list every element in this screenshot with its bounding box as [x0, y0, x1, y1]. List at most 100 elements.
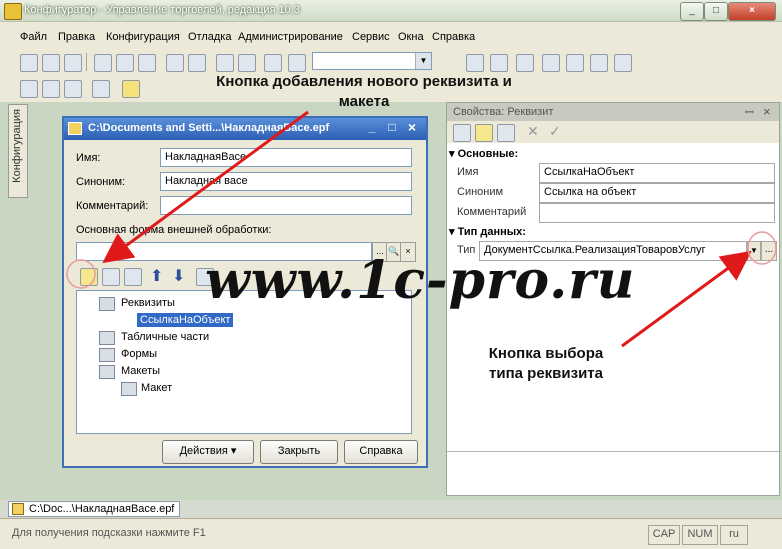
app-icon	[4, 3, 22, 20]
status-hint: Для получения подсказки нажмите F1	[12, 527, 206, 539]
close-button[interactable]: ×	[728, 2, 776, 21]
new-icon[interactable]	[20, 54, 38, 72]
add-requisite-icon[interactable]	[80, 268, 98, 286]
window-tab-label: C:\Doc...\НакладнаяВасе.epf	[29, 503, 175, 515]
compare-icon[interactable]	[20, 80, 38, 98]
run-icon[interactable]	[122, 80, 140, 98]
minimize-button[interactable]: _	[680, 2, 704, 21]
prop-name-value[interactable]: СсылкаНаОбъект	[539, 163, 775, 183]
window-tab-processing[interactable]: C:\Doc...\НакладнаяВасе.epf	[8, 501, 180, 517]
move-down-icon[interactable]: ⬇	[172, 266, 185, 286]
configuration-side-tab[interactable]: Конфигурация	[8, 104, 28, 198]
help-button[interactable]: Справка	[344, 440, 418, 464]
chevron-down-icon[interactable]: ▼	[415, 53, 431, 69]
status-bar: Для получения подсказки нажмите F1 CAP N…	[0, 518, 782, 549]
search-next-icon[interactable]	[490, 54, 508, 72]
edit-requisite-icon[interactable]	[102, 268, 120, 286]
prop-synonym-value[interactable]: Ссылка на объект	[539, 183, 775, 203]
section-main-label: Основные:	[457, 148, 519, 160]
redo-icon[interactable]	[238, 54, 256, 72]
delete-requisite-icon[interactable]	[124, 268, 142, 286]
num-indicator: NUM	[682, 525, 718, 545]
prop-comment-value[interactable]	[539, 203, 775, 223]
find-icon[interactable]	[264, 54, 282, 72]
main-form-label: Основная форма внешней обработки:	[76, 224, 272, 236]
preview-icon[interactable]	[188, 54, 206, 72]
side-tab-label: Конфигурация	[11, 109, 23, 183]
chevron-down-icon[interactable]: ▼	[747, 241, 761, 261]
properties-close-icon[interactable]: ×	[763, 104, 771, 119]
processing-window-title: C:\Documents and Setti...\НакладнаяВасе.…	[88, 122, 330, 134]
menu-administration[interactable]: Администрирование	[238, 31, 343, 43]
tree-item-requisites[interactable]: Реквизиты	[121, 297, 175, 309]
toolbar-separator	[86, 53, 87, 71]
prop-row-name: Имя СсылкаНаОбъект	[455, 163, 779, 183]
menu-windows[interactable]: Окна	[398, 31, 424, 43]
properties-divider	[447, 451, 779, 452]
wizard-icon[interactable]	[542, 54, 560, 72]
cut-icon[interactable]	[94, 54, 112, 72]
cancel-icon[interactable]: ✕	[527, 123, 539, 140]
prop-row-synonym: Синоним Ссылка на объект	[455, 183, 779, 203]
prop-name-label: Имя	[457, 166, 479, 178]
proc-close-button[interactable]: ×	[404, 119, 420, 135]
proc-maximize-button[interactable]: □	[384, 120, 400, 136]
comment-field[interactable]	[160, 196, 412, 215]
template-icon	[121, 382, 137, 396]
categories-icon[interactable]	[475, 124, 493, 142]
search-combo[interactable]: ▼	[312, 52, 432, 70]
sort-alpha-icon[interactable]	[453, 124, 471, 142]
apply-icon[interactable]: ✓	[549, 123, 561, 140]
language-indicator[interactable]: ru	[720, 525, 748, 545]
table-icon[interactable]	[92, 80, 110, 98]
update-icon[interactable]	[42, 80, 60, 98]
print-icon[interactable]	[166, 54, 184, 72]
annotation-type-button: Кнопка выбора типа реквизита	[488, 345, 604, 382]
module-icon[interactable]	[614, 54, 632, 72]
save-icon[interactable]	[64, 54, 82, 72]
menu-debug[interactable]: Отладка	[188, 31, 231, 43]
menu-help[interactable]: Справка	[432, 31, 475, 43]
prop-synonym-label: Синоним	[457, 186, 504, 198]
undo-icon[interactable]	[216, 54, 234, 72]
menu-service[interactable]: Сервис	[352, 31, 390, 43]
open-icon[interactable]	[42, 54, 60, 72]
structure-tree: Реквизиты СсылкаНаОбъект Табличные части…	[76, 290, 412, 434]
binoculars-icon[interactable]	[566, 54, 584, 72]
tree-item-tabular[interactable]: Табличные части	[121, 331, 209, 343]
copy-icon[interactable]	[116, 54, 134, 72]
delete-icon[interactable]	[64, 80, 82, 98]
maximize-button[interactable]: □	[704, 2, 728, 21]
properties-toolbar: ✕ ✓	[447, 121, 779, 143]
actions-button[interactable]: Действия ▾	[162, 440, 254, 464]
menu-edit[interactable]: Правка	[58, 31, 95, 43]
proc-minimize-button[interactable]: _	[364, 120, 380, 136]
menu-bar: Файл Правка Конфигурация Отладка Админис…	[0, 28, 782, 48]
window-icon[interactable]	[516, 54, 534, 72]
find-next-icon[interactable]	[288, 54, 306, 72]
section-type-label: Тип данных:	[457, 226, 526, 238]
move-up-icon[interactable]: ⬆	[150, 266, 163, 286]
prop-row-comment: Комментарий	[455, 203, 779, 223]
tree-item-template[interactable]: Макет	[141, 382, 172, 394]
forms-icon	[99, 348, 115, 362]
tree-item-templates[interactable]: Макеты	[121, 365, 160, 377]
close-dialog-button[interactable]: Закрыть	[260, 440, 338, 464]
tree-item-requisite-selected[interactable]: СсылкаНаОбъект	[137, 313, 234, 327]
annotation-add-button: Кнопка добавления нового реквизита и мак…	[216, 73, 512, 110]
cap-indicator: CAP	[648, 525, 680, 545]
name-field[interactable]: НакладнаяВасе	[160, 148, 412, 167]
synonym-field[interactable]: Накладная васе	[160, 172, 412, 191]
menu-configuration[interactable]: Конфигурация	[106, 31, 180, 43]
syntax-helper-icon[interactable]	[590, 54, 608, 72]
paste-icon[interactable]	[138, 54, 156, 72]
property-pages-icon[interactable]	[497, 124, 515, 142]
type-select-button[interactable]: ...	[761, 241, 777, 261]
pin-icon[interactable]: ꟷ	[745, 105, 754, 120]
processing-window-title-bar: C:\Documents and Setti...\НакладнаяВасе.…	[64, 118, 426, 140]
search-prev-icon[interactable]	[466, 54, 484, 72]
tree-item-forms[interactable]: Формы	[121, 348, 157, 360]
tabular-parts-icon	[99, 331, 115, 345]
menu-file[interactable]: Файл	[20, 31, 47, 43]
requisites-icon	[99, 297, 115, 311]
